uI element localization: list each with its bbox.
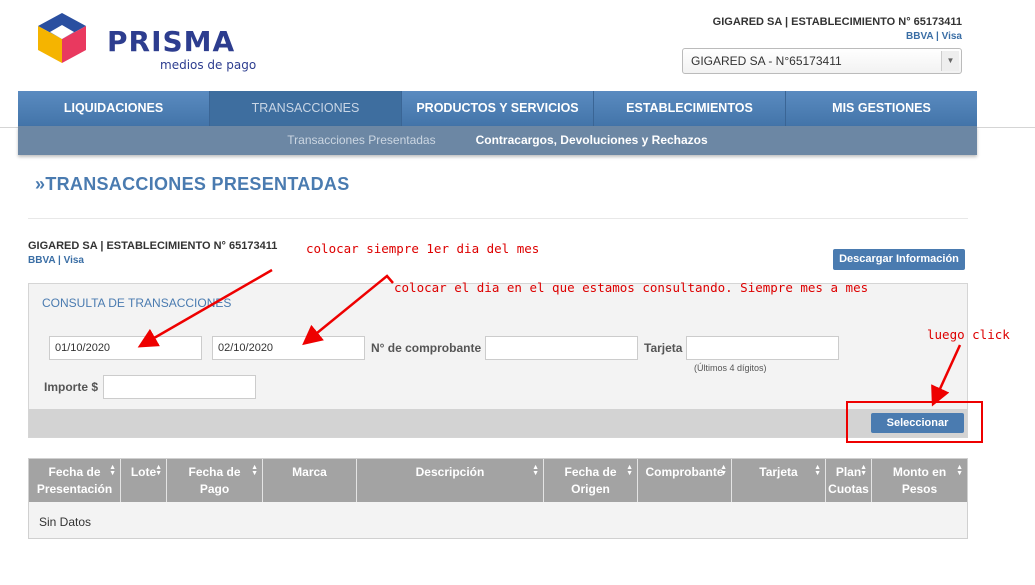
- establishment-info: GIGARED SA | ESTABLECIMIENTO N° 65173411: [28, 240, 278, 252]
- col-fecha-pago[interactable]: Fecha de Pago ▲ ▼: [167, 459, 263, 502]
- annotation-current-day: colocar el dia en el que estamos consult…: [394, 280, 869, 295]
- date-to-input[interactable]: 02/10/2020: [212, 336, 365, 360]
- query-panel-footer: [29, 409, 967, 437]
- table-header: Fecha de Presentación ▲ ▼ Lote ▲ ▼ Fecha de Pa…: [29, 459, 967, 502]
- main-nav: LIQUIDACIONES TRANSACCIONES PRODUCTOS Y …: [18, 91, 977, 126]
- card-label: Tarjeta: [644, 341, 683, 355]
- sort-icon: ▲ ▼: [626, 464, 633, 477]
- nav-item-transacciones[interactable]: TRANSACCIONES: [210, 91, 402, 126]
- col-tarjeta[interactable]: Tarjeta ▲ ▼: [732, 459, 826, 502]
- col-monto-pesos[interactable]: Monto en Pesos ▲ ▼: [872, 459, 967, 502]
- header-establishment: GIGARED SA | ESTABLECIMIENTO N° 65173411: [712, 16, 962, 28]
- download-info-button[interactable]: Descargar Información: [833, 249, 965, 270]
- empty-message: Sin Datos: [39, 515, 92, 529]
- date-from-input[interactable]: 01/10/2020: [49, 336, 202, 360]
- annotation-highlight-box: [846, 401, 983, 443]
- col-fecha-origen[interactable]: Fecha de Origen ▲ ▼: [544, 459, 638, 502]
- brand-name: PRISMA: [107, 25, 236, 58]
- subnav-transacciones-presentadas[interactable]: Transacciones Presentadas: [287, 126, 435, 155]
- sort-icon: ▲ ▼: [532, 464, 539, 477]
- header-brands[interactable]: BBVA | Visa: [906, 31, 962, 42]
- nav-item-establecimientos[interactable]: ESTABLECIMIENTOS: [594, 91, 786, 126]
- prisma-logo: [38, 13, 86, 63]
- sort-icon: ▲ ▼: [720, 464, 727, 477]
- col-fecha-presentacion[interactable]: Fecha de Presentación ▲ ▼: [29, 459, 121, 502]
- nav-item-liquidaciones[interactable]: LIQUIDACIONES: [18, 91, 210, 126]
- sort-icon: ▲ ▼: [155, 464, 162, 477]
- col-plan-cuotas[interactable]: Plan Cuotas ▲ ▼: [826, 459, 872, 502]
- amount-input[interactable]: [103, 375, 256, 399]
- col-marca[interactable]: Marca: [263, 459, 357, 502]
- page-title-text: TRANSACCIONES PRESENTADAS: [45, 174, 350, 194]
- col-lote[interactable]: Lote ▲ ▼: [121, 459, 167, 502]
- establishment-select[interactable]: GIGARED SA - N°65173411 ▼: [682, 48, 962, 74]
- query-panel-title: CONSULTA DE TRANSACCIONES: [42, 296, 232, 310]
- voucher-input[interactable]: [485, 336, 638, 360]
- title-divider: [28, 218, 968, 219]
- sub-nav: Transacciones Presentadas Contracargos, …: [18, 126, 977, 155]
- nav-item-mis-gestiones[interactable]: MIS GESTIONES: [786, 91, 977, 126]
- nav-item-productos-y-servicios[interactable]: PRODUCTOS Y SERVICIOS: [402, 91, 594, 126]
- sort-icon: ▲ ▼: [814, 464, 821, 477]
- results-table: Fecha de Presentación ▲ ▼ Lote ▲ ▼ Fecha de Pa…: [28, 458, 968, 539]
- voucher-label: N° de comprobante: [371, 341, 482, 355]
- annotation-first-day: colocar siempre 1er dia del mes: [306, 241, 540, 256]
- page-title: »TRANSACCIONES PRESENTADAS: [35, 174, 350, 195]
- subnav-contracargos[interactable]: Contracargos, Devoluciones y Rechazos: [476, 126, 708, 155]
- query-panel: CONSULTA DE TRANSACCIONES 01/10/2020 02/…: [28, 283, 968, 438]
- sort-icon: ▲ ▼: [109, 464, 116, 477]
- sort-icon: ▲ ▼: [956, 464, 963, 477]
- sort-icon: ▲ ▼: [251, 464, 258, 477]
- amount-label: Importe $: [44, 380, 99, 394]
- card-input[interactable]: [686, 336, 839, 360]
- establishment-brands[interactable]: BBVA | Visa: [28, 255, 84, 266]
- chevron-down-icon: ▼: [941, 51, 959, 71]
- brand-tagline: medios de pago: [160, 58, 257, 72]
- col-comprobante[interactable]: Comprobante ▲ ▼: [638, 459, 732, 502]
- sort-icon: ▲ ▼: [860, 464, 867, 477]
- annotation-then-click: luego click: [927, 327, 1010, 342]
- col-descripcion[interactable]: Descripción ▲ ▼: [357, 459, 544, 502]
- title-marker: »: [35, 174, 46, 194]
- card-hint: (Últimos 4 dígitos): [694, 363, 767, 373]
- establishment-select-value: GIGARED SA - N°65173411: [691, 54, 842, 68]
